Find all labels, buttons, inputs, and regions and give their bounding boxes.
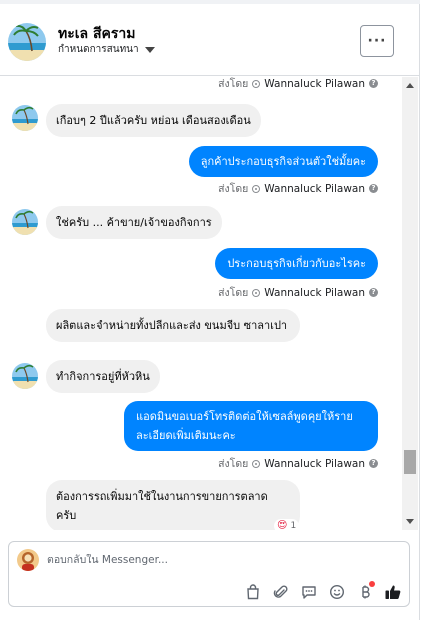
- contact-avatar-small: [12, 209, 38, 235]
- page-icon: [252, 459, 261, 468]
- message-scrollbar[interactable]: [402, 77, 418, 530]
- incoming-message: ต้องการรถเพิ่มมาใช้ในงานการขายการตลาด คร…: [46, 480, 300, 530]
- contact-avatar-small: [12, 105, 38, 131]
- outgoing-message: ลูกค้าประกอบธุรกิจส่วนตัวใช่มั้ยคะ: [188, 146, 378, 177]
- help-icon[interactable]: ?: [369, 459, 378, 468]
- notification-dot: [369, 581, 375, 587]
- heart-eyes-icon: 😍: [277, 520, 288, 530]
- assign-conversation-label: กำหนดการสนทนา: [58, 44, 139, 55]
- reaction-count: 1: [290, 521, 297, 530]
- scroll-thumb[interactable]: [404, 450, 416, 474]
- attachment-icon[interactable]: [267, 580, 295, 604]
- contact-avatar[interactable]: [8, 23, 46, 61]
- message-reaction[interactable]: 😍 1: [274, 519, 300, 530]
- incoming-message: เกือบๆ 2 ปีแล้วครับ หย่อน เดือนสองเดือน: [46, 104, 261, 137]
- payment-icon[interactable]: [351, 580, 379, 604]
- assign-conversation-dropdown[interactable]: กำหนดการสนทนา: [58, 42, 155, 57]
- page-icon: [252, 184, 261, 193]
- page-icon: [252, 288, 261, 297]
- sent-by-meta: ส่งโดย Wannaluck Pilawan ?: [218, 455, 378, 472]
- sent-by-meta: ส่งโดย Wannaluck Pilawan ?: [218, 180, 378, 197]
- emoji-icon[interactable]: [323, 580, 351, 604]
- page-icon: [252, 79, 261, 88]
- outgoing-message: ประกอบธุรกิจเกี่ยวกับอะไรคะ: [215, 248, 378, 279]
- contact-avatar-small: [12, 363, 38, 389]
- outgoing-message: แอดมินขอเบอร์โทรติดต่อให้เซลล์พูดคุยให้ร…: [124, 401, 378, 451]
- chevron-down-icon: [144, 46, 155, 53]
- conversation-header: ทะเล สีคราม กำหนดการสนทนา ···: [0, 4, 420, 76]
- shopping-bag-icon[interactable]: [239, 580, 267, 604]
- sent-by-meta: ส่งโดย Wannaluck Pilawan ?: [218, 284, 378, 301]
- incoming-message: ทำกิจการอยู่ที่หัวหิน: [46, 360, 160, 393]
- composer-toolbar: [239, 580, 407, 604]
- help-icon[interactable]: ?: [369, 79, 378, 88]
- page-avatar: [17, 549, 39, 571]
- conversation-panel: ทะเล สีคราม กำหนดการสนทนา ··· ส่งโดย Wan…: [0, 0, 420, 620]
- like-icon[interactable]: [379, 580, 407, 604]
- more-options-button[interactable]: ···: [360, 25, 394, 57]
- reply-input[interactable]: [47, 554, 387, 566]
- scroll-up-icon[interactable]: [406, 83, 414, 88]
- help-icon[interactable]: ?: [369, 288, 378, 297]
- saved-reply-icon[interactable]: [295, 580, 323, 604]
- incoming-message: ผลิตและจำหน่ายทั้งปลีกและส่ง ขนมจีบ ซาลา…: [46, 309, 300, 342]
- scroll-down-icon[interactable]: [406, 519, 414, 524]
- message-thread: ส่งโดย Wannaluck Pilawan ? เกือบๆ 2 ปีแล…: [0, 77, 402, 530]
- help-icon[interactable]: ?: [369, 184, 378, 193]
- reply-composer: [8, 541, 410, 607]
- incoming-message: ใช่ครับ ... ค้าขาย/เจ้าของกิจการ: [46, 206, 222, 239]
- sent-by-meta: ส่งโดย Wannaluck Pilawan ?: [218, 77, 378, 92]
